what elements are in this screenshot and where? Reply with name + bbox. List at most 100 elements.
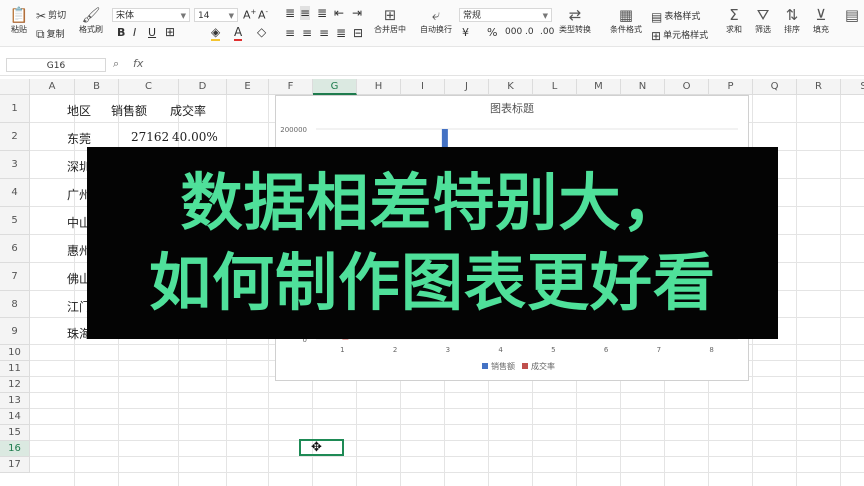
column-header-m[interactable]: M bbox=[577, 79, 621, 95]
name-box[interactable]: G16 bbox=[6, 58, 106, 72]
table-grid-icon: ▦ bbox=[618, 6, 634, 24]
row-header-4[interactable]: 4 bbox=[0, 179, 30, 207]
align-right-button[interactable]: ≡ bbox=[319, 26, 329, 40]
column-header-f[interactable]: F bbox=[269, 79, 313, 95]
justify-button[interactable]: ≣ bbox=[336, 26, 346, 40]
paste-label: 粘贴 bbox=[11, 25, 27, 34]
x-tick-label: 3 bbox=[446, 346, 450, 354]
type-convert-button[interactable]: ⇄ 类型转换 bbox=[555, 6, 595, 35]
font-color-button[interactable]: A bbox=[234, 25, 243, 41]
align-left-button[interactable]: ≡ bbox=[285, 26, 295, 40]
row-header-14[interactable]: 14 bbox=[0, 409, 30, 425]
row-header-11[interactable]: 11 bbox=[0, 361, 30, 377]
title-overlay: 数据相差特别大， 如何制作图表更好看 bbox=[87, 147, 778, 339]
cut-button[interactable]: ✂ 剪切 bbox=[36, 8, 66, 23]
cell-b2[interactable]: 东莞 bbox=[67, 130, 91, 147]
font-name-select[interactable]: 宋体 ▼ bbox=[112, 8, 190, 22]
zoom-search-icon[interactable]: ⌕ bbox=[113, 57, 119, 71]
column-header-p[interactable]: P bbox=[709, 79, 753, 95]
column-header-d[interactable]: D bbox=[179, 79, 227, 95]
row-header-6[interactable]: 6 bbox=[0, 235, 30, 263]
filter-button[interactable]: ⛛ 筛选 bbox=[751, 6, 775, 35]
cell-c1[interactable]: 销售额 bbox=[111, 102, 147, 119]
decimal-decrease-button[interactable]: .00 bbox=[540, 27, 554, 37]
brush-icon: 🖌 bbox=[81, 6, 101, 24]
column-header-g[interactable]: G bbox=[313, 79, 357, 95]
font-size-select[interactable]: 14 ▼ bbox=[194, 8, 238, 22]
cell-d2[interactable]: 40.00% bbox=[172, 130, 218, 144]
underline-button[interactable]: U bbox=[148, 26, 156, 39]
currency-button[interactable]: ¥ bbox=[462, 26, 469, 39]
column-header-c[interactable]: C bbox=[119, 79, 179, 95]
thousands-button[interactable]: 000 bbox=[505, 27, 522, 37]
format-painter-button[interactable]: 🖌 格式刷 bbox=[76, 6, 106, 35]
cell-c2[interactable]: 27162 bbox=[131, 130, 169, 144]
row-header-2[interactable]: 2 bbox=[0, 123, 30, 151]
align-center-button[interactable]: ≡ bbox=[302, 26, 312, 40]
sort-button[interactable]: ⇅ 排序 bbox=[780, 6, 804, 35]
row-header-8[interactable]: 8 bbox=[0, 291, 30, 318]
percent-button[interactable]: % bbox=[487, 26, 497, 39]
font-size-decrease-button[interactable]: A- bbox=[258, 8, 268, 22]
select-all-corner[interactable] bbox=[0, 79, 30, 95]
conditional-format-button[interactable]: ▦ 条件格式 bbox=[605, 6, 647, 35]
row-header-12[interactable]: 12 bbox=[0, 377, 30, 393]
table-style-button[interactable]: ▤ 表格样式 bbox=[651, 9, 700, 24]
row-header-15[interactable]: 15 bbox=[0, 425, 30, 441]
row-header-10[interactable]: 10 bbox=[0, 345, 30, 361]
copy-button[interactable]: ⧉ 复制 bbox=[36, 27, 65, 42]
column-header-o[interactable]: O bbox=[665, 79, 709, 95]
column-header-j[interactable]: J bbox=[445, 79, 489, 95]
font-size-increase-button[interactable]: A+ bbox=[243, 8, 256, 22]
sum-button[interactable]: Σ 求和 bbox=[722, 6, 746, 35]
formula-input[interactable] bbox=[170, 57, 860, 72]
column-header-e[interactable]: E bbox=[227, 79, 269, 95]
row-header-3[interactable]: 3 bbox=[0, 151, 30, 179]
indent-increase-button[interactable]: ⇥ bbox=[352, 6, 362, 20]
decimal-increase-button[interactable]: .0 bbox=[525, 27, 534, 37]
cell-b1[interactable]: 地区 bbox=[67, 102, 91, 119]
more-icon: ▤ bbox=[844, 6, 860, 24]
border-button[interactable]: ⊞ bbox=[165, 25, 175, 39]
align-bottom-button[interactable]: ≣ bbox=[317, 6, 327, 20]
fx-button[interactable]: fx bbox=[133, 57, 143, 70]
row-header-1[interactable]: 1 bbox=[0, 95, 30, 123]
cell-style-button[interactable]: ⊞ 单元格样式 bbox=[651, 28, 708, 43]
distributed-button[interactable]: ⊟ bbox=[353, 26, 363, 40]
table-style-label: 表格样式 bbox=[664, 12, 701, 22]
column-header-r[interactable]: R bbox=[797, 79, 841, 95]
column-header-n[interactable]: N bbox=[621, 79, 665, 95]
legend-label-rate: 成交率 bbox=[531, 361, 555, 371]
fill-color-button[interactable]: ◈ bbox=[211, 25, 221, 41]
indent-decrease-button[interactable]: ⇤ bbox=[334, 6, 344, 20]
column-header-h[interactable]: H bbox=[357, 79, 401, 95]
more-button[interactable]: ▤ bbox=[842, 6, 862, 24]
row-header-7[interactable]: 7 bbox=[0, 263, 30, 291]
column-header-a[interactable]: A bbox=[30, 79, 75, 95]
bold-button[interactable]: B bbox=[117, 26, 125, 39]
italic-button[interactable]: I bbox=[133, 26, 136, 39]
fill-button[interactable]: ⊻ 填充 bbox=[809, 6, 833, 35]
clear-button[interactable]: ◇ bbox=[257, 25, 266, 39]
column-header-l[interactable]: L bbox=[533, 79, 577, 95]
column-header-q[interactable]: Q bbox=[753, 79, 797, 95]
cell-d1[interactable]: 成交率 bbox=[170, 102, 206, 119]
chart-title: 图表标题 bbox=[490, 101, 534, 115]
row-header-16[interactable]: 16 bbox=[0, 441, 30, 457]
column-header-k[interactable]: K bbox=[489, 79, 533, 95]
column-header-b[interactable]: B bbox=[75, 79, 119, 95]
row-header-13[interactable]: 13 bbox=[0, 393, 30, 409]
row-header-5[interactable]: 5 bbox=[0, 207, 30, 235]
wrap-text-button[interactable]: ⤶ 自动换行 bbox=[416, 6, 456, 35]
align-top-button[interactable]: ≣ bbox=[285, 6, 295, 20]
row-header-17[interactable]: 17 bbox=[0, 457, 30, 473]
row-header-9[interactable]: 9 bbox=[0, 318, 30, 345]
paste-button[interactable]: 📋 粘贴 bbox=[6, 6, 32, 35]
align-right-icon: ≡ bbox=[319, 26, 330, 40]
decimal-increase-icon: .0 bbox=[525, 27, 534, 37]
column-header-i[interactable]: I bbox=[401, 79, 445, 95]
align-middle-button[interactable]: ≡ bbox=[300, 6, 311, 20]
column-header-s[interactable]: S bbox=[841, 79, 864, 95]
merge-center-button[interactable]: ⊞ 合并居中 bbox=[370, 6, 410, 35]
number-format-select[interactable]: 常规 ▼ bbox=[459, 8, 552, 22]
